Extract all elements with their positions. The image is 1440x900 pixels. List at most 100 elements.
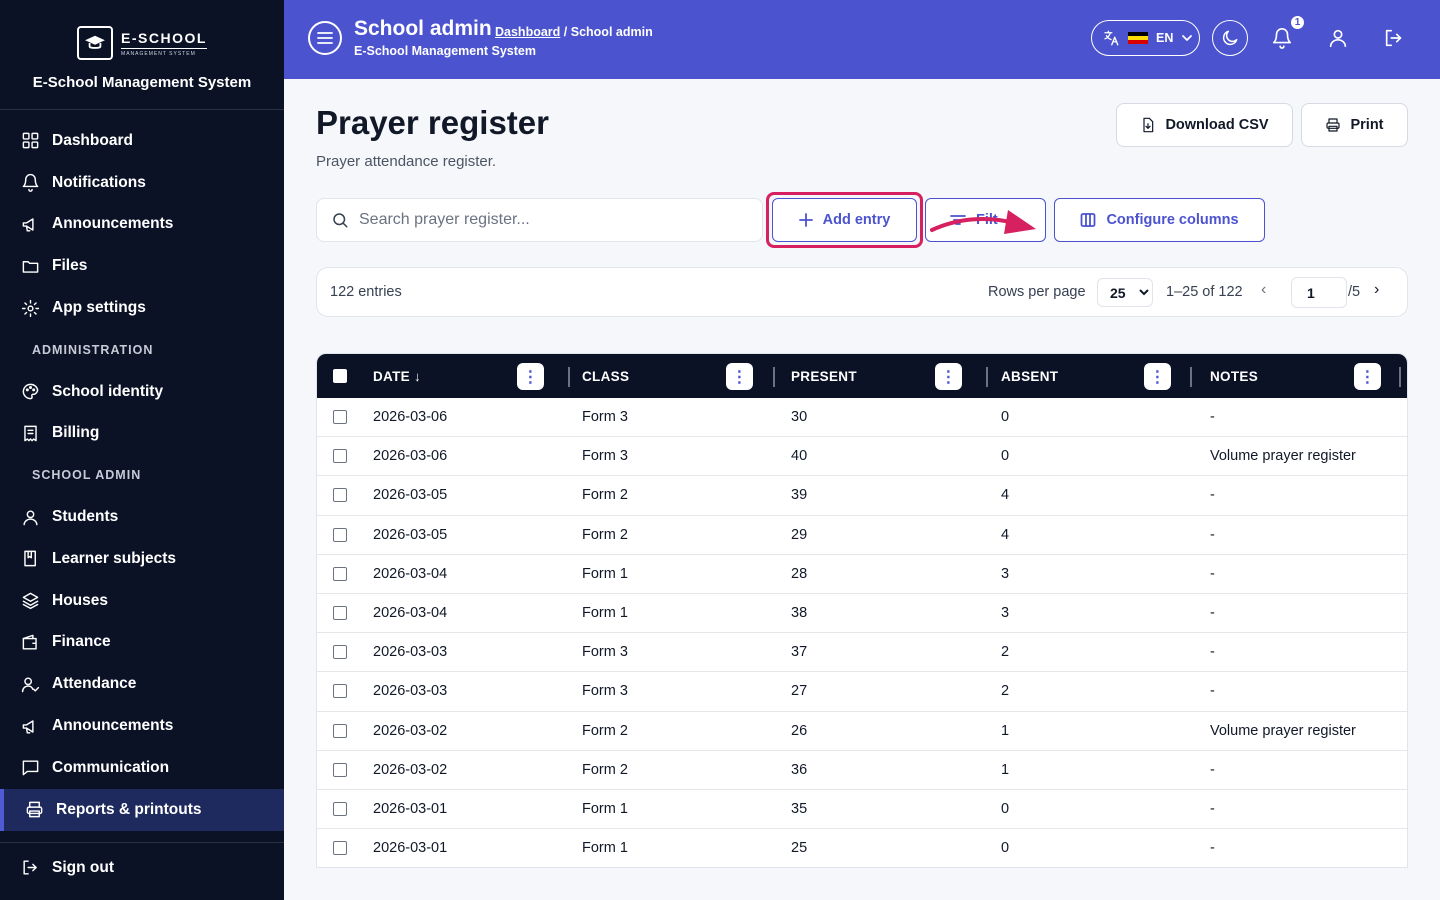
row-checkbox[interactable] bbox=[333, 605, 347, 620]
sidebar-item-finance[interactable]: Finance bbox=[0, 622, 284, 664]
table-row[interactable]: 2026-03-01 Form 1 35 0 - bbox=[317, 790, 1407, 830]
column-header-absent[interactable]: ABSENT bbox=[1001, 369, 1058, 384]
cell-absent: 4 bbox=[1001, 526, 1010, 543]
cell-present: 35 bbox=[791, 800, 808, 817]
sidebar-item-school-identity[interactable]: School identity bbox=[0, 371, 284, 413]
cell-date: 2026-03-06 bbox=[373, 409, 448, 425]
language-selector[interactable]: EN bbox=[1091, 20, 1200, 56]
rows-per-page-select[interactable]: 25 bbox=[1097, 278, 1153, 307]
table-row[interactable]: 2026-03-01 Form 1 25 0 - bbox=[317, 829, 1407, 867]
sidebar-item-label: School identity bbox=[52, 382, 164, 400]
column-menu-absent[interactable]: ⋮ bbox=[1144, 363, 1171, 390]
row-checkbox[interactable] bbox=[333, 801, 347, 816]
page-number-input[interactable]: 1 bbox=[1291, 277, 1347, 308]
row-checkbox[interactable] bbox=[333, 762, 347, 777]
table-row[interactable]: 2026-03-05 Form 2 29 4 - bbox=[317, 516, 1407, 555]
sidebar-item-reports-printouts[interactable]: Reports & printouts bbox=[0, 788, 284, 831]
sidebar-item-announcements[interactable]: Announcements bbox=[0, 204, 284, 246]
row-checkbox[interactable] bbox=[333, 566, 347, 581]
row-checkbox[interactable] bbox=[333, 410, 347, 424]
cell-date: 2026-03-02 bbox=[373, 722, 448, 739]
sidebar-item-label: Learner subjects bbox=[52, 549, 177, 567]
table-row[interactable]: 2026-03-04 Form 1 38 3 - bbox=[317, 594, 1407, 634]
table-row[interactable]: 2026-03-06 Form 3 30 0 - bbox=[317, 398, 1407, 438]
column-resize-handle[interactable] bbox=[1190, 367, 1192, 387]
sidebar-item-attendance[interactable]: Attendance bbox=[0, 663, 284, 705]
language-code: EN bbox=[1156, 31, 1174, 45]
column-resize-handle[interactable] bbox=[568, 367, 570, 387]
logout-button[interactable] bbox=[1381, 25, 1407, 51]
print-button[interactable]: Print bbox=[1301, 103, 1408, 147]
sidebar: E-SCHOOL MANAGEMENT SYSTEM E-School Mana… bbox=[0, 0, 284, 900]
cell-date: 2026-03-06 bbox=[373, 448, 448, 465]
sidebar-item-students[interactable]: Students bbox=[0, 496, 284, 538]
column-menu-date[interactable]: ⋮ bbox=[517, 363, 544, 390]
download-csv-button[interactable]: Download CSV bbox=[1116, 103, 1293, 147]
row-checkbox[interactable] bbox=[333, 723, 347, 738]
table-row[interactable]: 2026-03-03 Form 3 27 2 - bbox=[317, 672, 1407, 712]
sidebar-item-label: Announcements bbox=[52, 215, 174, 233]
column-resize-handle[interactable] bbox=[773, 367, 775, 387]
column-header-class[interactable]: CLASS bbox=[582, 369, 629, 384]
cell-date: 2026-03-03 bbox=[373, 644, 448, 661]
search-input[interactable] bbox=[359, 211, 739, 229]
column-resize-handle[interactable] bbox=[1399, 367, 1401, 387]
sidebar-item-houses[interactable]: Houses bbox=[0, 580, 284, 622]
grid-icon bbox=[20, 131, 40, 151]
sidebar-nav: Dashboard Notifications Announcements Fi… bbox=[0, 110, 284, 831]
configure-columns-button[interactable]: Configure columns bbox=[1054, 198, 1265, 242]
sign-out-button[interactable]: Sign out bbox=[0, 847, 284, 889]
row-checkbox[interactable] bbox=[333, 449, 347, 464]
cell-absent: 1 bbox=[1001, 761, 1010, 778]
user-check-icon bbox=[20, 674, 40, 694]
prev-page-button[interactable]: ‹ bbox=[1261, 281, 1266, 299]
table-row[interactable]: 2026-03-04 Form 1 28 3 - bbox=[317, 555, 1407, 594]
table-row[interactable]: 2026-03-06 Form 3 40 0 Volume prayer registe… bbox=[317, 437, 1407, 477]
sidebar-item-communication[interactable]: Communication bbox=[0, 747, 284, 789]
column-menu-present[interactable]: ⋮ bbox=[935, 363, 962, 390]
column-menu-class[interactable]: ⋮ bbox=[726, 363, 753, 390]
column-menu-notes[interactable]: ⋮ bbox=[1354, 363, 1381, 390]
table-row[interactable]: 2026-03-05 Form 2 39 4 - bbox=[317, 476, 1407, 516]
sidebar-item-notifications[interactable]: Notifications bbox=[0, 162, 284, 204]
sidebar-item-announcements-school[interactable]: Announcements bbox=[0, 705, 284, 747]
sidebar-item-files[interactable]: Files bbox=[0, 245, 284, 287]
cell-notes: - bbox=[1210, 761, 1215, 778]
theme-toggle-button[interactable] bbox=[1212, 20, 1248, 56]
table-row[interactable]: 2026-03-03 Form 3 37 2 - bbox=[317, 633, 1407, 673]
cell-absent: 3 bbox=[1001, 604, 1010, 621]
cell-notes: - bbox=[1210, 840, 1215, 857]
column-resize-handle[interactable] bbox=[986, 367, 988, 387]
table-row[interactable]: 2026-03-02 Form 2 36 1 - bbox=[317, 751, 1407, 790]
message-icon bbox=[20, 758, 40, 778]
row-checkbox[interactable] bbox=[333, 527, 347, 542]
menu-toggle-button[interactable] bbox=[308, 21, 342, 55]
sidebar-item-app-settings[interactable]: App settings bbox=[0, 287, 284, 329]
cell-class: Form 2 bbox=[582, 526, 628, 543]
breadcrumb-current: School admin bbox=[570, 25, 653, 39]
row-checkbox[interactable] bbox=[333, 684, 347, 699]
page-subtitle: Prayer attendance register. bbox=[316, 153, 497, 170]
column-header-present[interactable]: PRESENT bbox=[791, 369, 857, 384]
sidebar-item-billing[interactable]: Billing bbox=[0, 413, 284, 455]
next-page-button[interactable]: › bbox=[1374, 281, 1379, 299]
breadcrumb-link-dashboard[interactable]: Dashboard bbox=[495, 25, 560, 39]
row-checkbox[interactable] bbox=[333, 488, 347, 503]
notifications-button[interactable] bbox=[1269, 25, 1295, 51]
column-header-notes[interactable]: NOTES bbox=[1210, 369, 1258, 384]
sidebar-item-dashboard[interactable]: Dashboard bbox=[0, 120, 284, 162]
column-header-date[interactable]: DATE ↓ bbox=[373, 369, 421, 384]
select-all-checkbox[interactable] bbox=[333, 369, 347, 383]
cell-absent: 0 bbox=[1001, 840, 1010, 857]
profile-button[interactable] bbox=[1325, 25, 1351, 51]
table-header: DATE ↓ ⋮ CLASS ⋮ PRESENT ⋮ ABSENT ⋮ NOTE… bbox=[317, 354, 1407, 398]
sidebar-item-learner-subjects[interactable]: Learner subjects bbox=[0, 538, 284, 580]
row-checkbox[interactable] bbox=[333, 841, 347, 856]
sidebar-item-label: Billing bbox=[52, 424, 100, 442]
header-title: School admin bbox=[354, 17, 492, 40]
row-checkbox[interactable] bbox=[333, 645, 347, 660]
add-entry-button[interactable]: Add entry bbox=[772, 198, 917, 242]
file-download-icon bbox=[1143, 117, 1154, 133]
printer-icon bbox=[1326, 118, 1341, 132]
table-row[interactable]: 2026-03-02 Form 2 26 1 Volume prayer registe… bbox=[317, 712, 1407, 751]
